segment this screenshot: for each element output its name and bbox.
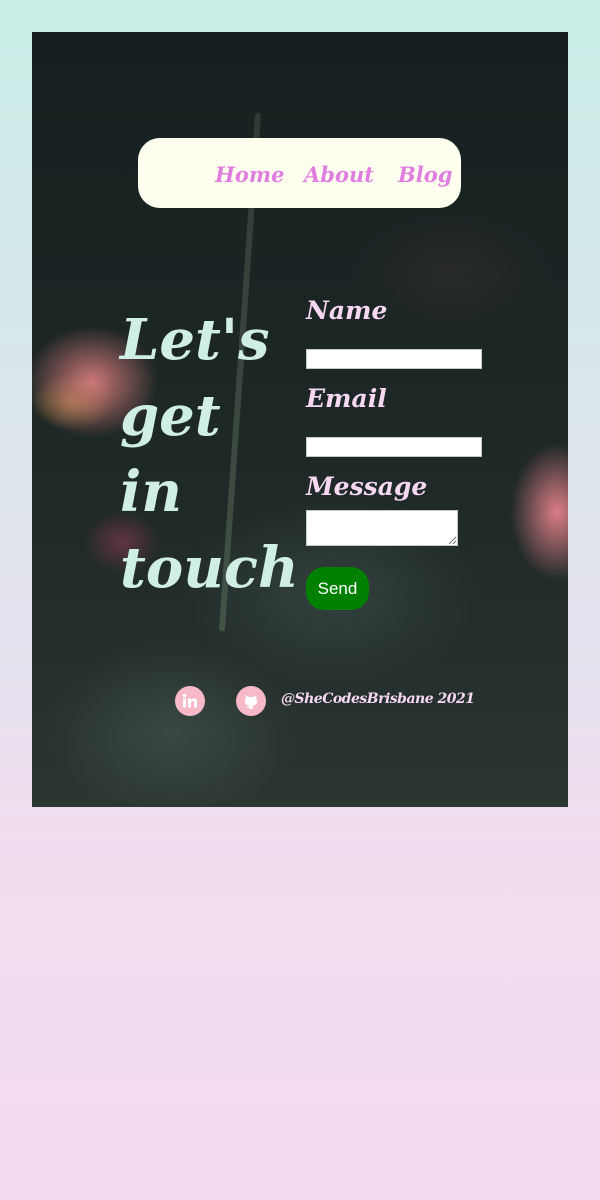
nav-about-link[interactable]: About: [304, 162, 374, 187]
linkedin-link[interactable]: [175, 686, 205, 716]
github-icon: [244, 695, 258, 709]
hero-title: Let's get in touch: [120, 302, 300, 606]
message-field[interactable]: [306, 510, 458, 546]
nav-blog-link[interactable]: Blog: [398, 162, 452, 187]
email-field[interactable]: [306, 437, 482, 457]
hero-line: in: [120, 459, 182, 525]
name-field[interactable]: [306, 349, 482, 369]
contact-card: Home About Blog Let's get in touch Name …: [32, 32, 568, 807]
hero-line: get: [120, 383, 221, 449]
hero-line: Let's: [120, 307, 270, 373]
github-link[interactable]: [236, 686, 266, 716]
name-label: Name: [306, 296, 388, 325]
send-button[interactable]: Send: [306, 567, 369, 610]
hero-line: touch: [120, 535, 299, 601]
message-label: Message: [306, 472, 428, 501]
linkedin-icon: [182, 693, 197, 708]
footer-handle: @SheCodesBrisbane 2021: [281, 691, 475, 707]
nav-bar: Home About Blog: [138, 138, 461, 208]
email-label: Email: [306, 384, 387, 413]
nav-home-link[interactable]: Home: [215, 162, 284, 187]
